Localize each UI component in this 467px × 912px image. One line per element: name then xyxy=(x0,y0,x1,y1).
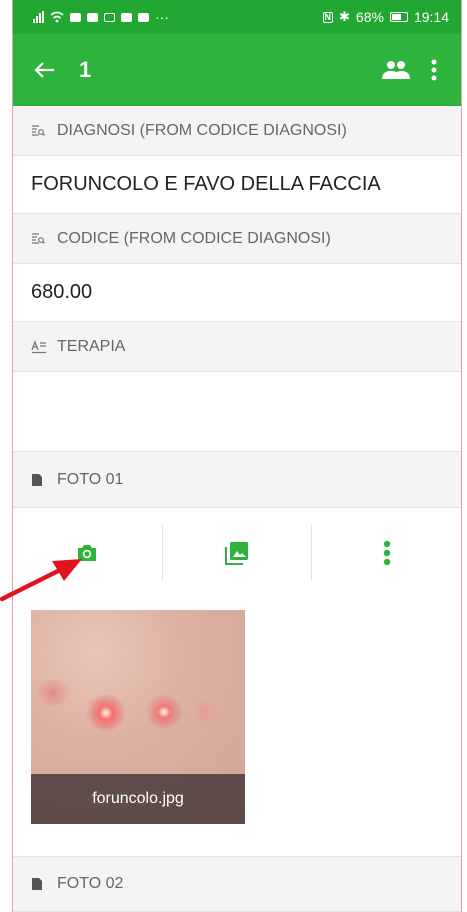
codice-label-row: CODICE (FROM CODICE DIAGNOSI) xyxy=(13,214,461,264)
terapia-label: TERAPIA xyxy=(57,337,126,355)
foto02-section: FOTO 02 xyxy=(13,856,461,912)
foto01-label-row: FOTO 01 xyxy=(13,452,461,508)
diagnosi-value: FORUNCOLO E FAVO DELLA FACCIA xyxy=(13,156,461,214)
choose-from-gallery-button[interactable] xyxy=(163,525,313,581)
arrow-left-icon xyxy=(34,61,54,78)
gmail-icon xyxy=(104,12,115,22)
photo-caption: foruncolo.jpg xyxy=(31,774,245,824)
app-screen: ··· N ✱ 68% 19:14 1 DIAGNOSI (FROM CODIC… xyxy=(12,0,462,912)
image-more-button[interactable] xyxy=(312,525,461,581)
file-icon xyxy=(31,473,47,487)
file-icon xyxy=(31,877,47,891)
overflow-menu-button[interactable] xyxy=(419,59,449,81)
mail-icon xyxy=(70,12,81,22)
battery-icon xyxy=(389,12,408,22)
terapia-value-empty[interactable] xyxy=(13,372,461,452)
more-notifications: ··· xyxy=(155,9,169,25)
people-icon xyxy=(382,61,410,79)
more-vert-icon xyxy=(431,59,437,81)
lookup-field-icon xyxy=(31,124,47,138)
wifi-icon xyxy=(50,11,64,23)
status-left: ··· xyxy=(33,9,169,25)
bluetooth-icon: ✱ xyxy=(339,9,350,24)
codice-value: 680.00 xyxy=(13,264,461,322)
nfc-icon: N xyxy=(322,11,334,23)
diagnosi-label: DIAGNOSI (FROM CODICE DIAGNOSI) xyxy=(57,121,347,139)
foto02-label-row: FOTO 02 xyxy=(13,856,461,912)
youtube-icon xyxy=(121,12,132,22)
terapia-label-row: TERAPIA xyxy=(13,322,461,372)
photo-filename: foruncolo.jpg xyxy=(92,790,184,807)
foto02-label: FOTO 02 xyxy=(57,875,124,892)
more-vert-icon xyxy=(383,540,390,566)
signal-icon xyxy=(33,11,44,23)
lesion-mark xyxy=(191,700,221,724)
youtube-icon-2 xyxy=(138,12,149,22)
page-title: 1 xyxy=(79,57,92,82)
photo-thumbnail[interactable]: foruncolo.jpg xyxy=(31,610,245,824)
diagnosi-value-text: FORUNCOLO E FAVO DELLA FACCIA xyxy=(31,173,381,195)
lesion-mark xyxy=(86,695,126,731)
long-text-icon xyxy=(31,339,47,354)
foto01-label: FOTO 01 xyxy=(57,470,124,488)
annotation-arrow-icon xyxy=(0,559,82,602)
status-right: N ✱ 68% 19:14 xyxy=(322,9,449,25)
clock: 19:14 xyxy=(413,9,449,25)
battery-percent: 68% xyxy=(355,9,384,25)
lookup-field-icon xyxy=(31,232,47,246)
codice-value-text: 680.00 xyxy=(31,281,93,303)
lesion-mark xyxy=(146,695,182,729)
lesion-mark xyxy=(33,680,73,706)
back-button[interactable] xyxy=(33,55,79,86)
video-icon xyxy=(87,12,98,22)
app-toolbar: 1 xyxy=(13,34,461,106)
gallery-icon xyxy=(225,542,248,565)
collaborators-button[interactable] xyxy=(373,60,419,80)
status-bar: ··· N ✱ 68% 19:14 xyxy=(13,0,461,34)
diagnosi-label-row: DIAGNOSI (FROM CODICE DIAGNOSI) xyxy=(13,106,461,156)
codice-label: CODICE (FROM CODICE DIAGNOSI) xyxy=(57,229,331,247)
